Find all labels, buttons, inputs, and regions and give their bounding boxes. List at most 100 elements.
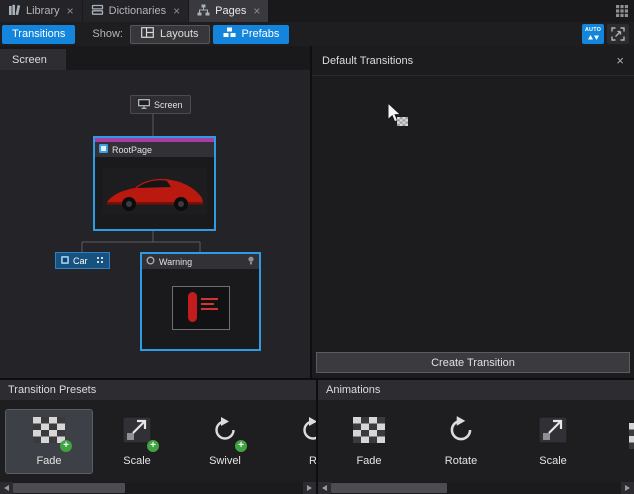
node-warning-label: Warning — [159, 257, 192, 267]
create-transition-label: Create Transition — [431, 357, 515, 369]
rotate-icon — [445, 414, 477, 449]
fit-to-view-button[interactable] — [607, 24, 629, 44]
layouts-toggle-button[interactable]: Layouts — [130, 25, 210, 44]
scroll-right-icon[interactable] — [303, 482, 316, 494]
mouse-cursor — [386, 102, 410, 131]
sort-arrows-icon — [588, 35, 599, 40]
add-badge-icon: + — [235, 440, 247, 452]
page-graph-canvas[interactable]: Screen RootPage — [0, 70, 310, 378]
animation-item-rotate[interactable]: Rotate — [416, 410, 506, 473]
animations-panel: Animations Fade Rotate — [318, 380, 634, 494]
dictionaries-icon — [91, 4, 104, 19]
tab-label: Library — [26, 5, 60, 17]
prefabs-button-label: Prefabs — [242, 28, 280, 40]
transition-presets-list: + Fade + Scale + — [0, 400, 316, 482]
animation-item-label: Rotate — [445, 455, 477, 467]
library-icon — [8, 4, 21, 19]
transitions-button-label: Transitions — [12, 28, 65, 40]
scale-icon — [538, 416, 568, 447]
animation-item-scale[interactable]: Scale — [508, 410, 598, 473]
screen-tab-label: Screen — [12, 54, 47, 66]
transition-presets-header: Transition Presets — [0, 380, 316, 400]
node-rootpage[interactable]: RootPage — [93, 136, 216, 231]
toolbar-right-group: AUTO — [582, 24, 632, 44]
page-icon — [99, 144, 108, 155]
state-icon — [146, 256, 155, 267]
scrollbar-track[interactable] — [331, 482, 621, 494]
scroll-left-icon[interactable] — [318, 482, 331, 494]
tab-screen[interactable]: Screen — [0, 49, 66, 70]
monitor-icon — [138, 99, 150, 111]
default-transitions-header: Default Transitions × — [312, 46, 634, 76]
preset-item-clipped[interactable]: + R — [270, 410, 316, 473]
preset-item-label: Scale — [123, 455, 151, 467]
scrollbar-track[interactable] — [13, 482, 303, 494]
default-transitions-title: Default Transitions — [322, 55, 413, 67]
add-badge-icon: + — [147, 440, 159, 452]
scroll-right-icon[interactable] — [621, 482, 634, 494]
auto-label: AUTO — [585, 28, 601, 34]
layouts-button-label: Layouts — [160, 28, 199, 40]
fit-screen-icon — [611, 27, 625, 41]
preset-item-swivel[interactable]: + Swivel — [182, 410, 268, 473]
preset-item-fade[interactable]: + Fade — [6, 410, 92, 473]
warning-preview-image — [172, 286, 230, 330]
layouts-icon — [141, 27, 154, 41]
page-icon — [61, 256, 69, 266]
node-rootpage-header[interactable]: RootPage — [95, 142, 214, 157]
close-icon[interactable]: × — [67, 5, 74, 17]
animations-list: Fade Rotate Scale — [318, 400, 634, 482]
tab-pages[interactable]: Pages × — [189, 0, 268, 22]
node-car-label: Car — [73, 256, 88, 266]
animation-item-label: Fade — [356, 455, 381, 467]
show-label: Show: — [92, 28, 123, 40]
preset-item-label: Swivel — [209, 455, 241, 467]
close-icon[interactable]: × — [616, 54, 624, 67]
default-transitions-panel: Default Transitions × Create Transition — [312, 46, 634, 378]
node-screen[interactable]: Screen — [130, 95, 191, 114]
preset-item-scale[interactable]: + Scale — [94, 410, 180, 473]
prefabs-icon — [223, 27, 236, 41]
tab-dictionaries[interactable]: Dictionaries × — [83, 0, 188, 22]
create-transition-button[interactable]: Create Transition — [316, 352, 630, 373]
animations-header: Animations — [318, 380, 634, 400]
document-tab-bar: Library × Dictionaries × Pages × — [0, 0, 634, 22]
close-icon[interactable]: × — [253, 5, 260, 17]
kanzi-editor-window: Library × Dictionaries × Pages × Transit… — [0, 0, 634, 494]
tab-library[interactable]: Library × — [0, 0, 82, 22]
graph-tab-strip: Screen — [0, 46, 310, 70]
pages-icon — [197, 4, 210, 19]
tab-bar-spacer — [269, 0, 610, 22]
node-rootpage-label: RootPage — [112, 145, 152, 155]
tab-label: Pages — [215, 5, 246, 17]
window-grid-icon[interactable] — [610, 0, 634, 22]
animations-horizontal-scrollbar[interactable] — [318, 482, 634, 494]
animations-title: Animations — [326, 384, 380, 396]
auto-arrange-button[interactable]: AUTO — [582, 24, 604, 44]
bulb-icon — [247, 256, 255, 267]
close-icon[interactable]: × — [173, 5, 180, 17]
preset-item-label: R — [309, 455, 316, 467]
scroll-left-icon[interactable] — [0, 482, 13, 494]
scrollbar-thumb[interactable] — [331, 483, 447, 493]
transitions-button[interactable]: Transitions — [2, 25, 75, 44]
node-rootpage-thumbnail — [95, 157, 214, 225]
tab-label: Dictionaries — [109, 5, 166, 17]
node-warning-thumbnail — [142, 269, 259, 347]
transitions-toolbar: Transitions Show: Layouts Prefabs AUTO — [0, 22, 634, 46]
animation-item-clipped[interactable] — [600, 416, 634, 467]
add-badge-icon: + — [60, 440, 72, 452]
transition-presets-title: Transition Presets — [8, 384, 96, 396]
scrollbar-thumb[interactable] — [13, 483, 125, 493]
node-warning[interactable]: Warning — [140, 252, 261, 351]
clipped-icon — [629, 423, 634, 452]
node-car[interactable]: Car — [55, 252, 110, 269]
node-warning-header[interactable]: Warning — [142, 254, 259, 269]
presets-horizontal-scrollbar[interactable] — [0, 482, 316, 494]
animation-item-fade[interactable]: Fade — [324, 410, 414, 473]
prefabs-toggle-button[interactable]: Prefabs — [213, 25, 290, 44]
animation-item-label: Scale — [539, 455, 567, 467]
preset-item-label: Fade — [36, 455, 61, 467]
page-graph-panel: Screen Screen RootPage — [0, 46, 310, 378]
fade-checkerboard-icon — [353, 417, 385, 446]
